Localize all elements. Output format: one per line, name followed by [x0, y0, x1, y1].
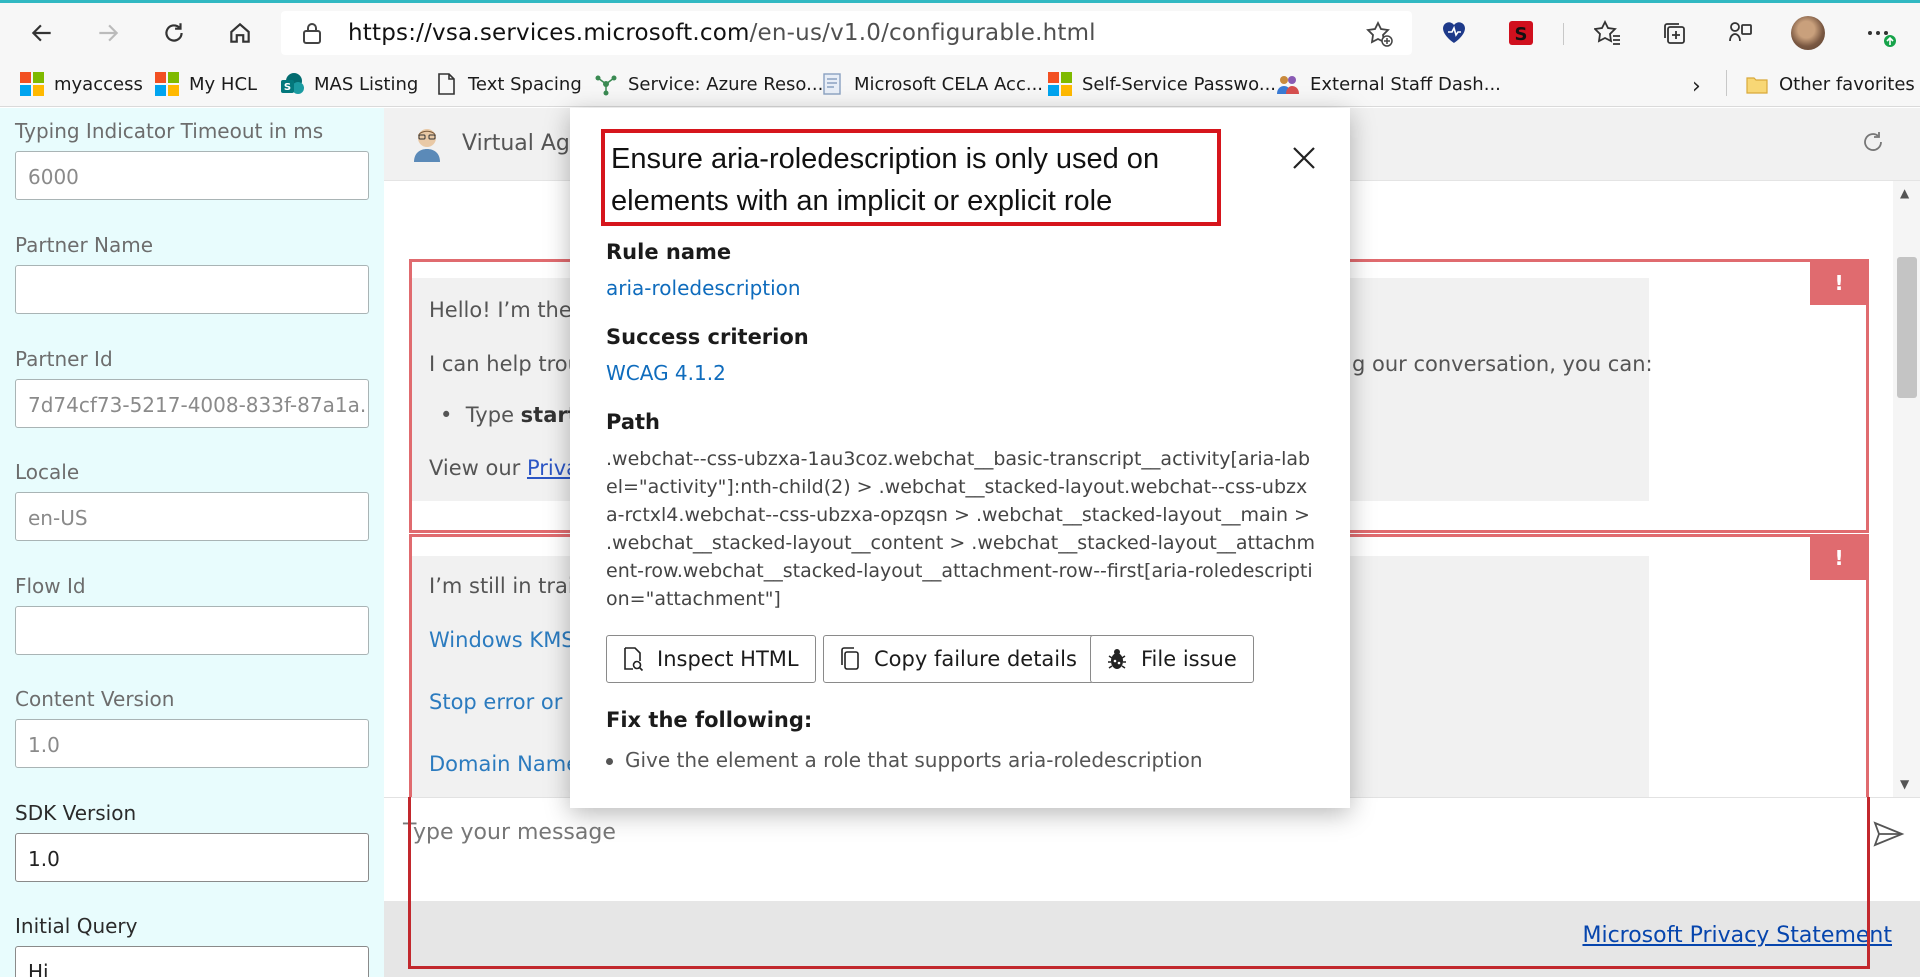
- field-label-typing-timeout: Typing Indicator Timeout in ms: [15, 119, 324, 143]
- error-badge[interactable]: !: [1810, 535, 1868, 580]
- toolbar-separator: [1563, 23, 1564, 45]
- restart-chat-icon[interactable]: [1859, 128, 1887, 156]
- initial-query-input[interactable]: Hi: [15, 946, 369, 977]
- field-label-initial-query: Initial Query: [15, 914, 138, 938]
- close-icon[interactable]: [1288, 142, 1320, 174]
- chevron-right-icon[interactable]: ›: [1692, 74, 1701, 99]
- document-icon: [823, 73, 841, 95]
- svg-text:S: S: [284, 82, 291, 93]
- error-highlight-frame: [408, 797, 1870, 969]
- copy-failure-details-button[interactable]: Copy failure details: [823, 635, 1094, 683]
- favorites-separator: [1726, 70, 1727, 96]
- back-arrow-icon: [31, 24, 51, 42]
- typing-timeout-input[interactable]: 6000: [15, 151, 369, 200]
- refresh-button[interactable]: [156, 15, 192, 51]
- send-icon[interactable]: [1873, 820, 1905, 848]
- locale-input[interactable]: en-US: [15, 492, 369, 541]
- inspect-html-button[interactable]: Inspect HTML: [606, 635, 816, 683]
- scroll-thumb[interactable]: [1897, 257, 1917, 398]
- settings-more-icon[interactable]: [1864, 17, 1896, 49]
- failure-details-dialog: Ensure aria-roledescription is only used…: [570, 108, 1350, 808]
- bullet-icon: [606, 758, 613, 765]
- field-label-flow-id: Flow Id: [15, 574, 86, 598]
- favorite-external-staff[interactable]: External Staff Dash...: [1276, 68, 1501, 100]
- forward-button[interactable]: [90, 15, 126, 51]
- home-icon: [230, 22, 250, 43]
- field-label-locale: Locale: [15, 460, 80, 484]
- rule-name-link[interactable]: aria-roledescription: [606, 276, 801, 300]
- favorite-myaccess[interactable]: myaccess: [20, 68, 143, 100]
- microsoft-logo-icon: [155, 72, 179, 96]
- scroll-down-icon[interactable]: ▼: [1900, 777, 1909, 791]
- favorite-self-service-password[interactable]: Self-Service Passwo...: [1048, 68, 1276, 100]
- favorite-text-spacing[interactable]: Text Spacing: [434, 68, 582, 100]
- path-text: .webchat--css-ubzxa-1au3coz.webchat__bas…: [606, 448, 1316, 610]
- scroll-up-icon[interactable]: ▲: [1900, 186, 1909, 200]
- other-favorites[interactable]: Other favorites: [1745, 68, 1915, 100]
- svg-text:S: S: [1515, 24, 1528, 45]
- content-version-input[interactable]: 1.0: [15, 719, 369, 768]
- add-favorite-icon[interactable]: [1366, 20, 1394, 48]
- lock-icon: [303, 23, 321, 44]
- favorite-microsoft-cela[interactable]: Microsoft CELA Acc...: [820, 68, 1043, 100]
- path-label: Path: [606, 410, 660, 434]
- microsoft-logo-icon: [1048, 72, 1072, 96]
- address-bar[interactable]: https://vsa.services.microsoft.com/en-us…: [281, 11, 1412, 55]
- profile-avatar[interactable]: [1791, 16, 1825, 50]
- url-text: https://vsa.services.microsoft.com/en-us…: [348, 20, 1096, 46]
- bug-icon: [1108, 649, 1126, 669]
- field-label-partner-name: Partner Name: [15, 233, 154, 257]
- sdk-version-input[interactable]: 1.0: [15, 833, 369, 882]
- folder-icon: [1746, 77, 1768, 94]
- title-highlight-box: Ensure aria-roledescription is only used…: [601, 129, 1221, 226]
- success-criterion-link[interactable]: WCAG 4.1.2: [606, 361, 726, 385]
- browser-toolbar: https://vsa.services.microsoft.com/en-us…: [0, 0, 1920, 62]
- sharepoint-icon: S: [281, 73, 304, 94]
- fix-item: Give the element a role that supports ar…: [606, 748, 1203, 772]
- field-label-partner-id: Partner Id: [15, 347, 113, 371]
- field-label-sdk-version: SDK Version: [15, 801, 137, 825]
- people-icon: [1277, 76, 1299, 94]
- health-extension-icon[interactable]: [1438, 17, 1470, 49]
- azure-service-icon: [595, 75, 617, 96]
- error-badge[interactable]: !: [1810, 260, 1868, 305]
- success-criterion-label: Success criterion: [606, 325, 809, 349]
- favorite-azure-service[interactable]: Service: Azure Reso...: [594, 68, 823, 100]
- page-icon: [438, 73, 455, 95]
- rule-name-label: Rule name: [606, 240, 732, 264]
- favorites-bar: myaccess My HCL S MAS Listing Text Spaci…: [0, 62, 1920, 107]
- refresh-icon: [165, 23, 183, 42]
- collections-icon[interactable]: [1658, 17, 1690, 49]
- microsoft-logo-icon: [20, 72, 44, 96]
- file-issue-button[interactable]: File issue: [1090, 635, 1254, 683]
- partner-name-input[interactable]: [15, 265, 369, 314]
- inspect-document-icon: [624, 647, 644, 672]
- favorites-icon[interactable]: [1592, 17, 1624, 49]
- bot-avatar-icon: [414, 129, 440, 162]
- home-button[interactable]: [222, 15, 258, 51]
- fix-label: Fix the following:: [606, 708, 813, 732]
- partner-id-input[interactable]: 7d74cf73-5217-4008-833f-87a1a...: [15, 379, 369, 428]
- dialog-title: Ensure aria-roledescription is only used…: [611, 143, 1160, 217]
- transcript-scrollbar[interactable]: ▲ ▼: [1893, 181, 1920, 797]
- s-extension-icon[interactable]: S: [1505, 17, 1537, 49]
- flow-id-input[interactable]: [15, 606, 369, 655]
- back-button[interactable]: [24, 15, 60, 51]
- favorite-mas-listing[interactable]: S MAS Listing: [280, 68, 418, 100]
- copy-icon: [841, 647, 859, 670]
- forward-arrow-icon: [99, 24, 119, 42]
- extensions-icon[interactable]: [1724, 17, 1756, 49]
- config-panel: Typing Indicator Timeout in ms 6000 Part…: [0, 108, 384, 977]
- field-label-content-version: Content Version: [15, 687, 175, 711]
- favorite-my-hcl[interactable]: My HCL: [155, 68, 257, 100]
